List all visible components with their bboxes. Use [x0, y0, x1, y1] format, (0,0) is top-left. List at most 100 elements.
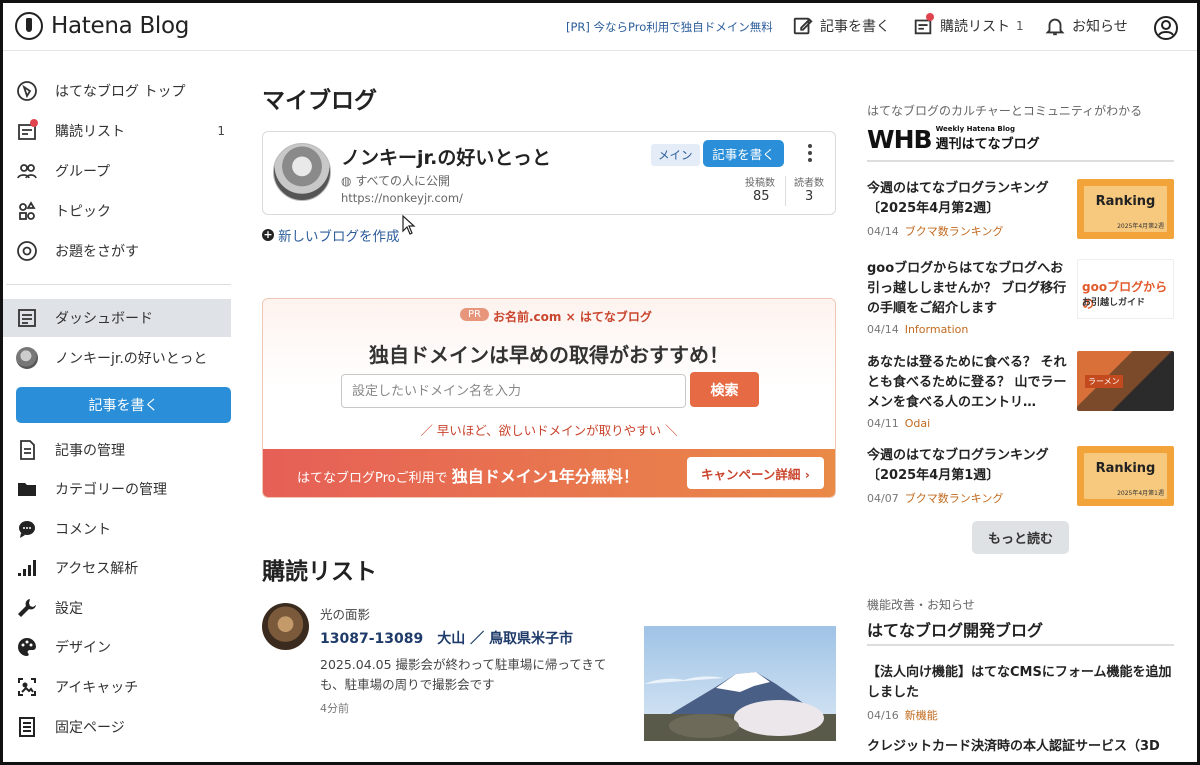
blog-url[interactable]: https://nonkeyjr.com/: [341, 191, 463, 205]
user-menu-button[interactable]: [1153, 15, 1179, 41]
sidebar-item-dashboard[interactable]: ダッシュボード: [3, 299, 231, 337]
whb-english: Weekly Hatena Blog: [935, 125, 1015, 133]
blog-avatar: [15, 346, 39, 370]
whb-article-meta: 04/14 Information: [867, 323, 968, 336]
sidebar-item-settings[interactable]: 設定: [3, 589, 231, 627]
sidebar-item-comments[interactable]: コメント: [3, 510, 231, 548]
article-category[interactable]: ブクマ数ランキング: [905, 492, 1004, 505]
weekly-hatena-blog-logo[interactable]: WHB Weekly Hatena Blog 週刊はてなブログ: [867, 125, 1040, 152]
sidebar-item-access-analysis[interactable]: アクセス解析: [3, 549, 231, 587]
my-blog-title: マイブログ: [262, 88, 377, 114]
fixed-page-icon: [15, 715, 39, 739]
whb-article-title[interactable]: gooブログからはてなブログへお引っ越ししませんか？ ブログ移行の手順をご紹介し…: [867, 259, 1067, 319]
sidebar-item-label: カテゴリーの管理: [55, 482, 167, 498]
article-category[interactable]: ブクマ数ランキング: [905, 225, 1004, 238]
sidebar-item-hatena-top[interactable]: はてなブログ トップ: [3, 72, 231, 110]
whb-article-thumbnail[interactable]: Ranking 2025年4月第2週: [1077, 179, 1174, 239]
domain-search-input[interactable]: [341, 374, 686, 408]
blog-visibility: ◍ すべての人に公開: [341, 172, 450, 189]
pr-badge: PR: [460, 308, 489, 321]
sidebar-item-label: デザイン: [55, 640, 111, 656]
main-blog-badge: メイン: [651, 144, 700, 166]
new-blog-link[interactable]: + 新しいブログを作成: [262, 225, 400, 245]
blog-card[interactable]: ノンキーjr.の好いとっと ◍ すべての人に公開 https://nonkeyj…: [262, 131, 836, 215]
sidebar-item-my-blog[interactable]: ノンキーjr.の好いとっと: [3, 339, 231, 377]
whb-japanese: 週刊はてなブログ: [935, 137, 1040, 152]
whb-article-thumbnail[interactable]: Ranking 2025年4月第1週: [1077, 446, 1174, 506]
blog-write-button[interactable]: 記事を書く: [703, 140, 784, 167]
thumb-title: Ranking: [1095, 194, 1156, 209]
hatena-pen-icon: [15, 12, 43, 40]
thumb-subtitle: 2025年4月第1週: [1117, 490, 1164, 497]
article-category[interactable]: Information: [905, 323, 969, 336]
header-subscriptions-label: 購読リスト: [940, 19, 1010, 35]
palette-icon: [15, 635, 39, 659]
sidebar-item-manage-categories[interactable]: カテゴリーの管理: [3, 470, 231, 508]
folder-icon: [15, 477, 39, 501]
whb-article-title[interactable]: あなたは登るために食べる？ それとも食べるために登る？ 山でラーメンを食べる人の…: [867, 353, 1067, 413]
article-category[interactable]: 新機能: [905, 709, 938, 722]
article-category[interactable]: Odai: [905, 417, 930, 430]
more-options-icon[interactable]: [804, 142, 816, 164]
wrench-icon: [15, 596, 39, 620]
blog-avatar[interactable]: [273, 143, 331, 201]
whb-title-block: Weekly Hatena Blog 週刊はてなブログ: [936, 125, 1040, 152]
sidebar-subscription-count: 1: [217, 124, 225, 138]
whb-article-thumbnail[interactable]: ラーメン: [1077, 351, 1174, 411]
sidebar-item-group[interactable]: グループ: [3, 152, 231, 190]
read-more-button[interactable]: もっと読む: [972, 521, 1069, 554]
dev-article-title[interactable]: クレジットカード決済時の本人認証サービス（3D: [867, 737, 1187, 757]
sidebar-item-label: グループ: [55, 164, 111, 180]
sidebar-item-label: 固定ページ: [55, 720, 125, 736]
sidebar-item-design[interactable]: デザイン: [3, 628, 231, 666]
blog-name[interactable]: ノンキーjr.の好いとっと: [341, 143, 551, 170]
edit-icon: [793, 17, 813, 35]
bell-icon: [1045, 18, 1065, 36]
article-date: 04/14: [867, 225, 899, 238]
sidebar-item-eyecatch[interactable]: アイキャッチ: [3, 668, 231, 706]
sidebar-write-button[interactable]: 記事を書く: [16, 387, 231, 423]
header-notifications-button[interactable]: お知らせ: [1044, 15, 1128, 37]
sidebar-item-manage-entries[interactable]: 記事の管理: [3, 431, 231, 469]
mouse-cursor-icon: [402, 215, 416, 235]
readers-count-value: 3: [805, 189, 814, 204]
sidebar-divider: [6, 284, 231, 285]
feed-entry-thumbnail[interactable]: [644, 626, 836, 741]
header-subscriptions-button[interactable]: 購読リスト 1: [912, 13, 1024, 37]
sidebar-item-label: ノンキーjr.の好いとっと: [55, 351, 208, 367]
sidebar-item-subscriptions[interactable]: 購読リスト 1: [3, 112, 231, 150]
feed-entry-time: 4分前: [320, 702, 349, 715]
article-date: 04/14: [867, 323, 899, 336]
domain-search-button[interactable]: 検索: [690, 372, 759, 407]
feed-blog-name[interactable]: 光の面影: [320, 604, 370, 623]
sidebar-item-label: 記事の管理: [55, 443, 125, 459]
sidebar-item-topic[interactable]: トピック: [3, 192, 231, 230]
header-subscriptions-count: 1: [1016, 19, 1024, 33]
whb-article-thumbnail[interactable]: gooブログからの お引越しガイド: [1077, 259, 1174, 319]
readers-count-label: 読者数: [794, 178, 824, 189]
sidebar-item-label: アクセス解析: [55, 561, 139, 577]
campaign-details-button[interactable]: キャンペーン詳細 ›: [687, 457, 824, 489]
unread-dot: [926, 13, 934, 21]
feed-entry-title[interactable]: 13087-13089 大山 ／ 鳥取県米子市: [320, 628, 573, 648]
dev-article-title[interactable]: 【法人向け機能】はてなCMSにフォーム機能を追加しました: [867, 663, 1174, 703]
promo-brand: お名前.com × はてなブログ: [493, 310, 652, 324]
sidebar-item-fixed-pages[interactable]: 固定ページ: [3, 708, 231, 746]
new-blog-label: 新しいブログを作成: [278, 229, 400, 245]
dev-blog-title[interactable]: はてなブログ開発ブログ: [867, 617, 1043, 641]
header-write-button[interactable]: 記事を書く: [792, 15, 890, 37]
feed-author-avatar[interactable]: [262, 603, 309, 650]
whb-article-title[interactable]: 今週のはてなブログランキング〔2025年4月第2週〕: [867, 179, 1067, 219]
blog-visibility-label: すべての人に公開: [355, 174, 450, 188]
plus-circle-icon: +: [262, 228, 274, 241]
pr-domain-link[interactable]: [PR] 今ならPro利用で独自ドメイン無料: [566, 19, 773, 35]
whb-article-title[interactable]: 今週のはてなブログランキング〔2025年4月第1週〕: [867, 446, 1067, 486]
theme-search-icon: [15, 239, 39, 263]
right-divider: [867, 160, 1174, 162]
campaign-text: はてなブログProご利用で 独自ドメイン1年分無料！: [297, 463, 639, 487]
hatena-blog-logo[interactable]: Hatena Blog: [15, 12, 189, 40]
subscription-icon: [912, 13, 934, 37]
right-divider: [867, 644, 1174, 646]
sidebar-item-theme-search[interactable]: お題をさがす: [3, 232, 231, 270]
bar-chart-icon: [15, 556, 39, 580]
